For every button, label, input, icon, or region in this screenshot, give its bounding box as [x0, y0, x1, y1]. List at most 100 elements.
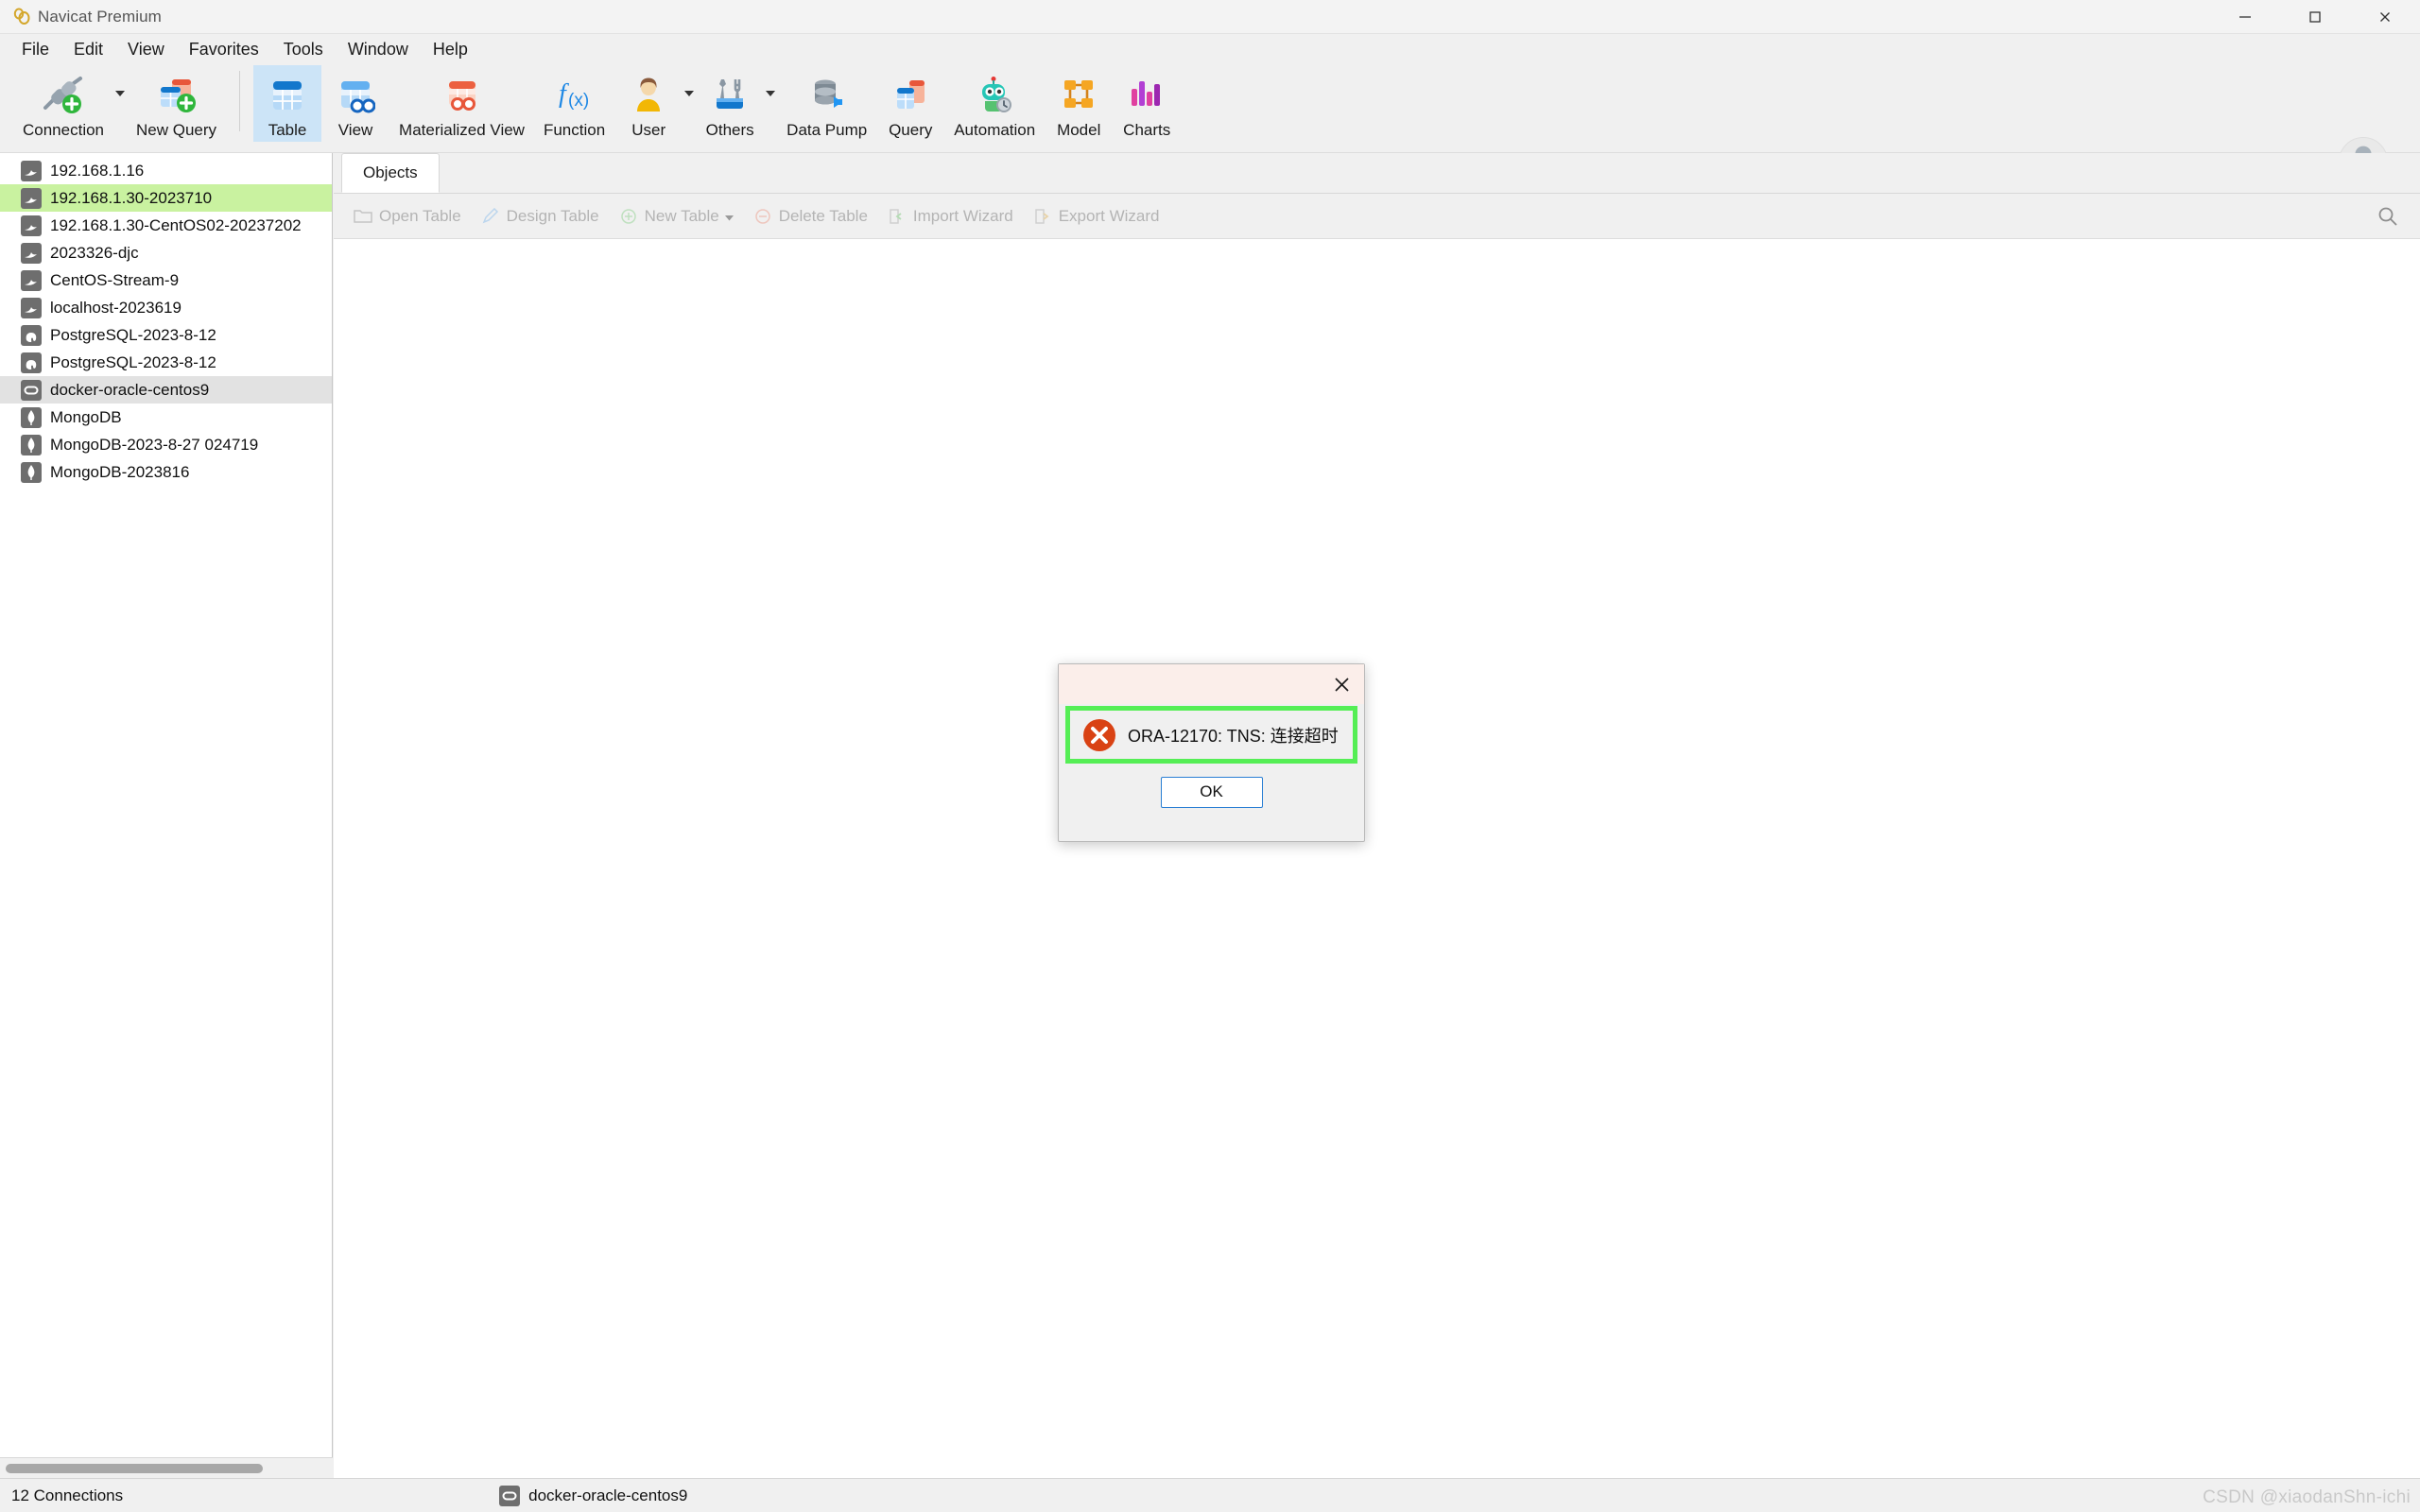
open-table-button[interactable]: Open Table — [343, 206, 471, 227]
new-table-button[interactable]: New Table — [609, 206, 743, 227]
tree-item-label: PostgreSQL-2023-8-12 — [50, 352, 216, 371]
tree-item-postgresql-1[interactable]: PostgreSQL-2023-8-12 — [0, 321, 332, 349]
export-wizard-button[interactable]: Export Wizard — [1023, 206, 1169, 227]
window-controls — [2210, 0, 2420, 34]
menu-favorites[interactable]: Favorites — [177, 36, 271, 63]
tree-item-label: localhost-2023619 — [50, 298, 182, 317]
toolbar-connection-label: Connection — [23, 121, 105, 139]
menu-file[interactable]: File — [9, 36, 61, 63]
new-table-chevron-down-icon[interactable] — [724, 207, 734, 226]
toolbar-materialized-view[interactable]: Materialized View — [389, 65, 534, 140]
mysql-dolphin-icon — [21, 215, 42, 236]
others-chevron-down-icon[interactable] — [764, 65, 777, 111]
mongodb-leaf-icon — [21, 461, 42, 483]
import-wizard-button[interactable]: Import Wizard — [877, 206, 1023, 227]
user-icon — [624, 73, 673, 118]
design-table-button[interactable]: Design Table — [471, 206, 609, 227]
toolbar-new-query[interactable]: New Query — [127, 65, 226, 140]
postgresql-elephant-icon — [21, 324, 42, 346]
toolbar-data-pump[interactable]: Data Pump — [777, 65, 876, 140]
tree-item-docker-oracle-centos9[interactable]: docker-oracle-centos9 — [0, 376, 332, 404]
toolbar-table[interactable]: Table — [253, 65, 322, 142]
tab-strip: Objects — [334, 153, 2420, 194]
content-area: Objects Open Table Design Table New Tabl — [334, 153, 2420, 1478]
tree-item-192-168-1-30-2023710[interactable]: 192.168.1.30-2023710 — [0, 184, 332, 212]
tree-item-2023326-djc[interactable]: 2023326-djc — [0, 239, 332, 266]
toolbar-model-label: Model — [1057, 121, 1101, 139]
main-toolbar: Connection New Query Table View Material… — [0, 65, 2420, 186]
menu-bar: File Edit View Favorites Tools Window He… — [0, 34, 2420, 65]
mysql-dolphin-icon — [21, 242, 42, 264]
others-tools-icon — [705, 73, 754, 118]
menu-help[interactable]: Help — [421, 36, 480, 63]
tree-item-label: CentOS-Stream-9 — [50, 270, 180, 289]
mysql-dolphin-icon — [21, 160, 42, 181]
connections-count: 12 Connections — [11, 1486, 124, 1504]
open-table-icon — [353, 206, 373, 227]
toolbar-connection[interactable]: Connection — [13, 65, 113, 140]
toolbar-function[interactable]: f (x) Function — [534, 65, 614, 140]
csdn-watermark: CSDN @xiaodanShn-ichi — [2203, 1487, 2411, 1507]
toolbar-separator-1 — [239, 71, 241, 131]
toolbar-automation[interactable]: Automation — [944, 65, 1045, 140]
tree-item-label: MongoDB — [50, 407, 122, 426]
tree-item-localhost-2023619[interactable]: localhost-2023619 — [0, 294, 332, 321]
window-title: Navicat Premium — [38, 7, 162, 26]
open-table-label: Open Table — [379, 206, 461, 225]
user-chevron-down-icon[interactable] — [683, 65, 696, 111]
model-diagram-icon — [1054, 73, 1103, 118]
mysql-dolphin-icon — [21, 297, 42, 318]
status-database-label: docker-oracle-centos9 — [528, 1486, 688, 1504]
menu-tools[interactable]: Tools — [271, 36, 336, 63]
delete-table-button[interactable]: Delete Table — [743, 206, 877, 227]
toolbar-user-label: User — [631, 121, 666, 139]
tab-objects[interactable]: Objects — [341, 153, 440, 193]
function-fx-icon: f (x) — [550, 73, 599, 118]
minimize-button[interactable] — [2210, 0, 2280, 34]
navicat-window: Navicat Premium File Edit View Favorites… — [0, 0, 2420, 1512]
search-icon[interactable] — [2377, 205, 2399, 228]
toolbar-charts[interactable]: Charts — [1113, 65, 1181, 140]
toolbar-others[interactable]: Others — [696, 65, 764, 140]
toolbar-query[interactable]: Query — [876, 65, 944, 140]
tree-item-postgresql-2[interactable]: PostgreSQL-2023-8-12 — [0, 349, 332, 376]
title-bar: Navicat Premium — [0, 0, 2420, 34]
tree-item-mongodb[interactable]: MongoDB — [0, 404, 332, 431]
close-button[interactable] — [2350, 0, 2420, 34]
scrollbar-thumb[interactable] — [6, 1464, 263, 1473]
oracle-icon — [21, 379, 42, 401]
toolbar-charts-label: Charts — [1123, 121, 1171, 139]
tree-item-label: MongoDB-2023-8-27 024719 — [50, 435, 259, 454]
menu-window[interactable]: Window — [336, 36, 421, 63]
navicat-logo-icon — [9, 5, 34, 29]
tree-item-label: 192.168.1.30-CentOS02-20237202 — [50, 215, 302, 234]
ok-button[interactable]: OK — [1160, 776, 1263, 808]
connection-chevron-down-icon[interactable] — [113, 65, 127, 111]
toolbar-view[interactable]: View — [321, 65, 389, 140]
maximize-button[interactable] — [2280, 0, 2350, 34]
tree-item-192-168-1-30-centos02[interactable]: 192.168.1.30-CentOS02-20237202 — [0, 212, 332, 239]
close-icon[interactable] — [1322, 667, 1360, 701]
menu-view[interactable]: View — [115, 36, 177, 63]
sidebar-horizontal-scrollbar[interactable] — [0, 1457, 333, 1478]
toolbar-model[interactable]: Model — [1045, 65, 1113, 140]
tree-item-label: PostgreSQL-2023-8-12 — [50, 325, 216, 344]
tree-item-192-168-1-16[interactable]: 192.168.1.16 — [0, 157, 332, 184]
tree-item-label: 192.168.1.16 — [50, 161, 145, 180]
toolbar-others-label: Others — [705, 121, 754, 139]
objects-list-body — [334, 239, 2420, 1478]
import-wizard-label: Import Wizard — [912, 206, 1013, 225]
svg-text:(x): (x) — [568, 91, 589, 111]
new-table-label: New Table — [644, 206, 719, 225]
postgresql-elephant-icon — [21, 352, 42, 373]
tree-item-mongodb-2023816[interactable]: MongoDB-2023816 — [0, 458, 332, 486]
menu-edit[interactable]: Edit — [61, 36, 115, 63]
materialized-view-icon — [438, 73, 487, 118]
error-dialog: ORA-12170: TNS: 连接超时 OK — [1058, 663, 1365, 842]
status-bar: 12 Connections docker-oracle-centos9 CSD… — [0, 1478, 2420, 1512]
dialog-message-text: ORA-12170: TNS: 连接超时 — [1128, 726, 1339, 746]
toolbar-user[interactable]: User — [614, 65, 683, 140]
tree-item-mongodb-2023-8-27[interactable]: MongoDB-2023-8-27 024719 — [0, 431, 332, 458]
mysql-dolphin-icon — [21, 187, 42, 209]
tree-item-centos-stream-9[interactable]: CentOS-Stream-9 — [0, 266, 332, 294]
